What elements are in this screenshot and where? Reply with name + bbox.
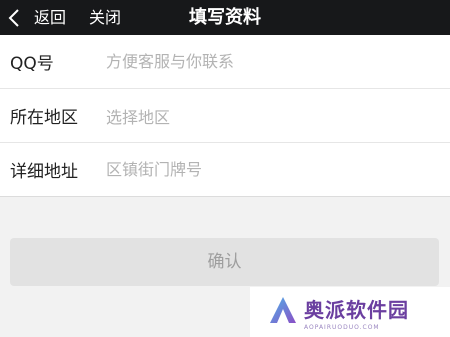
top-navbar: 填写资料 返回 关闭 xyxy=(0,0,450,35)
watermark-subtext: AOPAIRUODUO.COM xyxy=(304,323,380,331)
qq-label: QQ号 xyxy=(10,54,54,74)
region-label: 所在地区 xyxy=(10,108,78,128)
qq-row: QQ号 xyxy=(0,35,450,89)
back-button[interactable]: 返回 xyxy=(8,0,66,35)
page-title: 填写资料 xyxy=(189,7,261,28)
confirm-button[interactable]: 确认 xyxy=(10,238,439,286)
region-row[interactable]: 所在地区 选择地区 xyxy=(0,89,450,143)
watermark-text: 奥派软件园 xyxy=(304,297,409,322)
address-row: 详细地址 xyxy=(0,143,450,197)
address-label: 详细地址 xyxy=(10,162,78,182)
back-label: 返回 xyxy=(34,8,67,27)
qq-input[interactable] xyxy=(106,44,436,79)
watermark: 奥派软件园 AOPAIRUODUO.COM xyxy=(250,287,450,337)
region-select[interactable]: 选择地区 xyxy=(106,104,170,128)
close-button[interactable]: 关闭 xyxy=(89,0,121,35)
address-input[interactable] xyxy=(106,152,436,187)
chevron-left-icon xyxy=(8,8,20,28)
info-form: QQ号 所在地区 选择地区 详细地址 xyxy=(0,35,450,197)
aopai-logo-icon xyxy=(268,295,298,329)
